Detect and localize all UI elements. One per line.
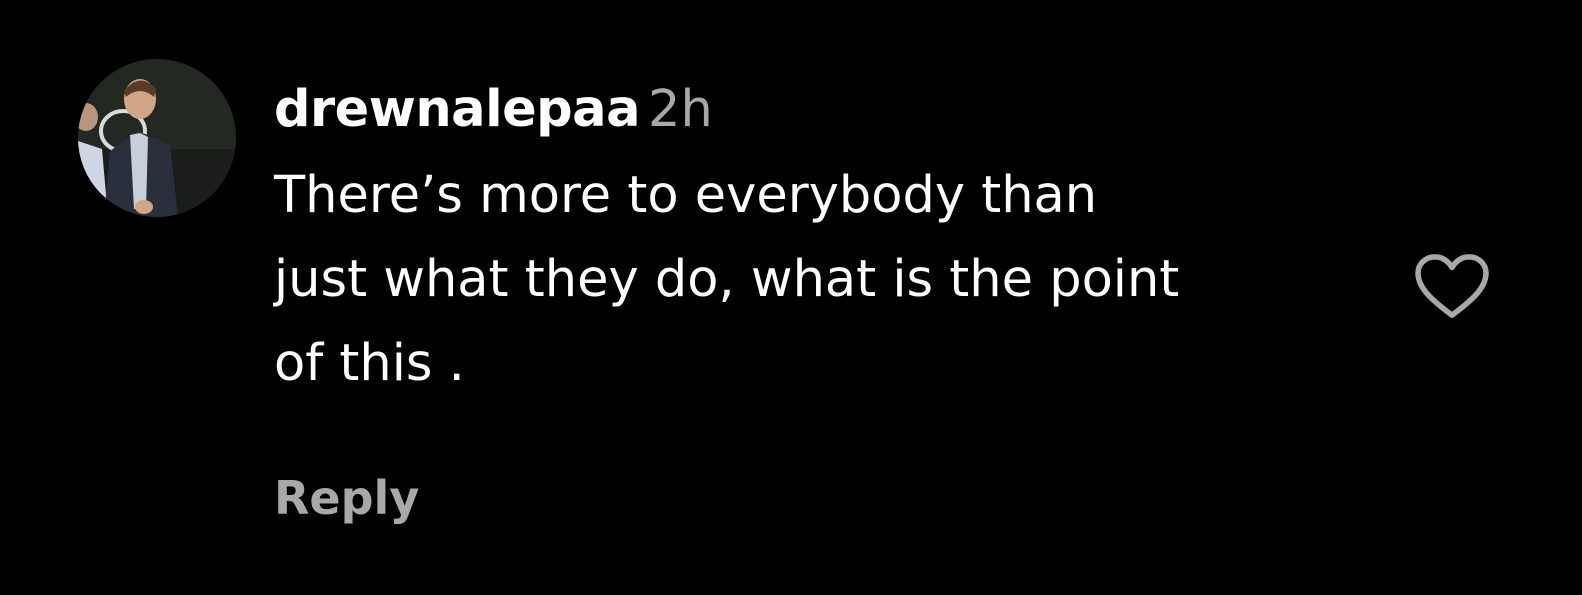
- avatar-photo: [78, 59, 236, 217]
- reply-button[interactable]: Reply: [274, 468, 419, 528]
- username[interactable]: drewnalepaa: [274, 80, 641, 139]
- comment-text: There’s more to everybody than just what…: [274, 154, 1384, 406]
- comment-body: drewnalepaa 2h There’s more to everybody …: [274, 78, 1384, 406]
- avatar[interactable]: [78, 59, 236, 217]
- heart-icon[interactable]: [1412, 252, 1492, 320]
- comment: drewnalepaa 2h There’s more to everybody …: [0, 0, 1582, 595]
- comment-text-line: of this .: [274, 334, 465, 393]
- comment-header: drewnalepaa 2h: [274, 78, 1384, 142]
- comment-text-line: just what they do, what is the point: [274, 250, 1180, 309]
- comment-text-line: There’s more to everybody than: [274, 166, 1098, 225]
- timestamp: 2h: [648, 80, 713, 139]
